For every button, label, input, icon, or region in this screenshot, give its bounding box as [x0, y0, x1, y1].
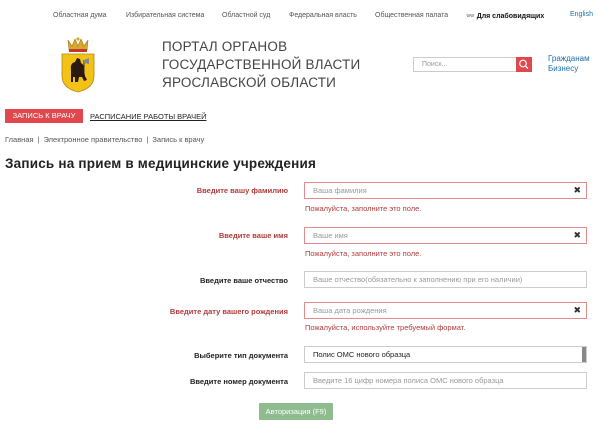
topbar-link-chamber[interactable]: Общественная палата: [375, 12, 448, 19]
breadcrumb-home[interactable]: Главная: [5, 135, 34, 144]
breadcrumb-separator: |: [146, 135, 149, 144]
coat-of-arms-icon: [61, 37, 95, 93]
citizens-link[interactable]: Гражданам: [548, 54, 590, 64]
select-arrow-icon: [582, 347, 586, 362]
birthdate-error: Пожалуйста, используйте требуемый формат…: [305, 323, 466, 332]
clear-icon[interactable]: ✖: [573, 305, 581, 316]
birthdate-placeholder: Ваша дата рождения: [313, 306, 387, 315]
surname-placeholder: Ваша фамилия: [313, 186, 367, 195]
patronymic-input[interactable]: Ваше отчество(обязательно к заполнению п…: [304, 271, 587, 288]
english-link[interactable]: English: [570, 11, 593, 18]
topbar-link-court[interactable]: Областной суд: [222, 12, 270, 19]
page-title: Запись на прием в медицинские учреждения: [5, 156, 317, 171]
surname-input[interactable]: Ваша фамилия ✖: [304, 182, 587, 199]
breadcrumb-separator: |: [37, 135, 40, 144]
audience-links: Гражданам Бизнесу: [548, 54, 590, 74]
breadcrumb: Главная | Электронное правительство | Запись…: [5, 135, 204, 144]
docnum-input[interactable]: Введите 16 цифр номера полиса ОМС нового…: [304, 372, 587, 389]
name-label: Введите ваше имя: [218, 231, 288, 240]
top-utility-bar: Областная дума Избирательная система Обл…: [0, 0, 600, 30]
patronymic-placeholder: Ваше отчество(обязательно к заполнению п…: [313, 275, 523, 284]
name-error: Пожалуйста, заполните это поле.: [305, 249, 422, 258]
topbar-link-elections[interactable]: Избирательная система: [126, 12, 204, 19]
authorize-button[interactable]: Авторизация (F9): [259, 403, 333, 420]
business-link[interactable]: Бизнесу: [548, 64, 590, 74]
breadcrumb-current: Запись к врачу: [152, 135, 205, 144]
birthdate-input[interactable]: Ваша дата рождения ✖: [304, 302, 587, 319]
docnum-placeholder: Введите 16 цифр номера полиса ОМС нового…: [313, 376, 504, 385]
patronymic-label: Введите ваше отчество: [199, 276, 288, 285]
surname-label: Введите вашу фамилию: [196, 186, 288, 195]
breadcrumb-egov[interactable]: Электронное правительство: [44, 135, 143, 144]
glasses-icon: 👓: [466, 13, 475, 20]
docnum-label: Введите номер документа: [189, 377, 288, 386]
portal-title-line1: Портал органов: [162, 39, 288, 54]
name-placeholder: Ваше имя: [313, 231, 348, 240]
coat-of-arms-logo[interactable]: [56, 36, 100, 94]
vision-impaired-link[interactable]: 👓 Для слабовидящих: [466, 12, 544, 20]
portal-title-line3: Ярославской области: [162, 75, 337, 90]
tab-doctor-appointment[interactable]: ЗАПИСЬ К ВРАЧУ: [5, 109, 83, 123]
name-input[interactable]: Ваше имя ✖: [304, 227, 587, 244]
topbar-link-federal[interactable]: Федеральная власть: [289, 12, 357, 19]
search-input[interactable]: Поиск...: [413, 57, 517, 72]
clear-icon[interactable]: ✖: [573, 230, 581, 241]
search-button[interactable]: [516, 57, 532, 72]
clear-icon[interactable]: ✖: [573, 185, 581, 196]
portal-title-line2: государственной власти: [162, 57, 361, 72]
doctype-select[interactable]: Полис ОМС нового образца: [304, 346, 587, 363]
birthdate-label: Введите дату вашего рождения: [169, 307, 288, 316]
vision-impaired-label: Для слабовидящих: [476, 13, 545, 20]
doctype-label: Выберите тип документа: [194, 351, 288, 360]
surname-error: Пожалуйста, заполните это поле.: [305, 204, 422, 213]
doctype-value: Полис ОМС нового образца: [313, 350, 411, 359]
tab-doctor-schedule[interactable]: РАСПИСАНИЕ РАБОТЫ ВРАЧЕЙ: [90, 112, 206, 121]
portal-title[interactable]: Портал органов государственной власти Яр…: [162, 38, 360, 92]
search-icon: [519, 59, 529, 70]
topbar-link-duma[interactable]: Областная дума: [53, 12, 107, 19]
